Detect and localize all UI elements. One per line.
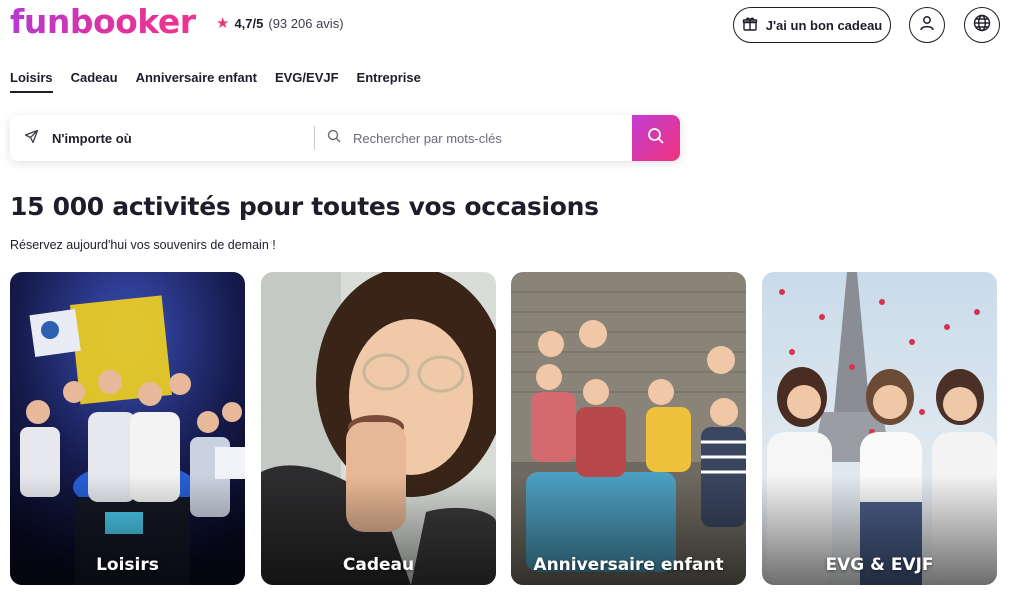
tab-cadeau[interactable]: Cadeau [71, 70, 118, 93]
tab-entreprise[interactable]: Entreprise [357, 70, 421, 93]
search-button[interactable] [632, 115, 680, 161]
keyword-input[interactable] [353, 130, 613, 146]
site-header: funbooker ★ 4,7/5 (93 206 avis) J'ai un … [0, 0, 1024, 52]
search-icon [647, 127, 665, 150]
language-button[interactable] [964, 7, 1000, 43]
page-title: 15 000 activités pour toutes vos occasio… [10, 192, 599, 221]
card-label: Loisirs [96, 555, 159, 575]
tab-anniversaire-enfant[interactable]: Anniversaire enfant [136, 70, 257, 93]
rating-count: (93 206 avis) [268, 16, 344, 31]
page-subtitle: Réservez aujourd'hui vos souvenirs de de… [10, 238, 276, 252]
search-icon [327, 129, 341, 148]
gift-card-button[interactable]: J'ai un bon cadeau [733, 7, 891, 43]
rating: ★ 4,7/5 (93 206 avis) [216, 16, 344, 31]
tab-evg-evjf[interactable]: EVG/EVJF [275, 70, 339, 93]
gift-card-label: J'ai un bon cadeau [765, 17, 883, 33]
category-card-anniversaire-enfant[interactable]: Anniversaire enfant [511, 272, 746, 585]
star-icon: ★ [216, 15, 230, 32]
user-icon [918, 14, 936, 37]
location-selector[interactable]: N'importe où [10, 115, 314, 161]
category-card-loisirs[interactable]: Loisirs [10, 272, 245, 585]
send-arrow-icon [24, 129, 39, 147]
tab-loisirs[interactable]: Loisirs [10, 70, 53, 93]
category-card-evg-evjf[interactable]: EVG & EVJF [762, 272, 997, 585]
account-button[interactable] [909, 7, 945, 43]
globe-icon [973, 14, 991, 37]
location-value: N'importe où [52, 130, 132, 146]
card-label: Anniversaire enfant [533, 555, 724, 575]
card-label: Cadeau [342, 555, 415, 575]
keyword-field [315, 115, 632, 161]
gift-icon [742, 16, 758, 35]
card-label: EVG & EVJF [825, 555, 934, 575]
category-card-cadeau[interactable]: Cadeau [261, 272, 496, 585]
funbooker-logo[interactable]: funbooker [10, 1, 196, 43]
main-nav: Loisirs Cadeau Anniversaire enfant EVG/E… [10, 70, 421, 93]
search-bar: N'importe où [10, 115, 680, 161]
rating-score: 4,7/5 [234, 16, 264, 31]
